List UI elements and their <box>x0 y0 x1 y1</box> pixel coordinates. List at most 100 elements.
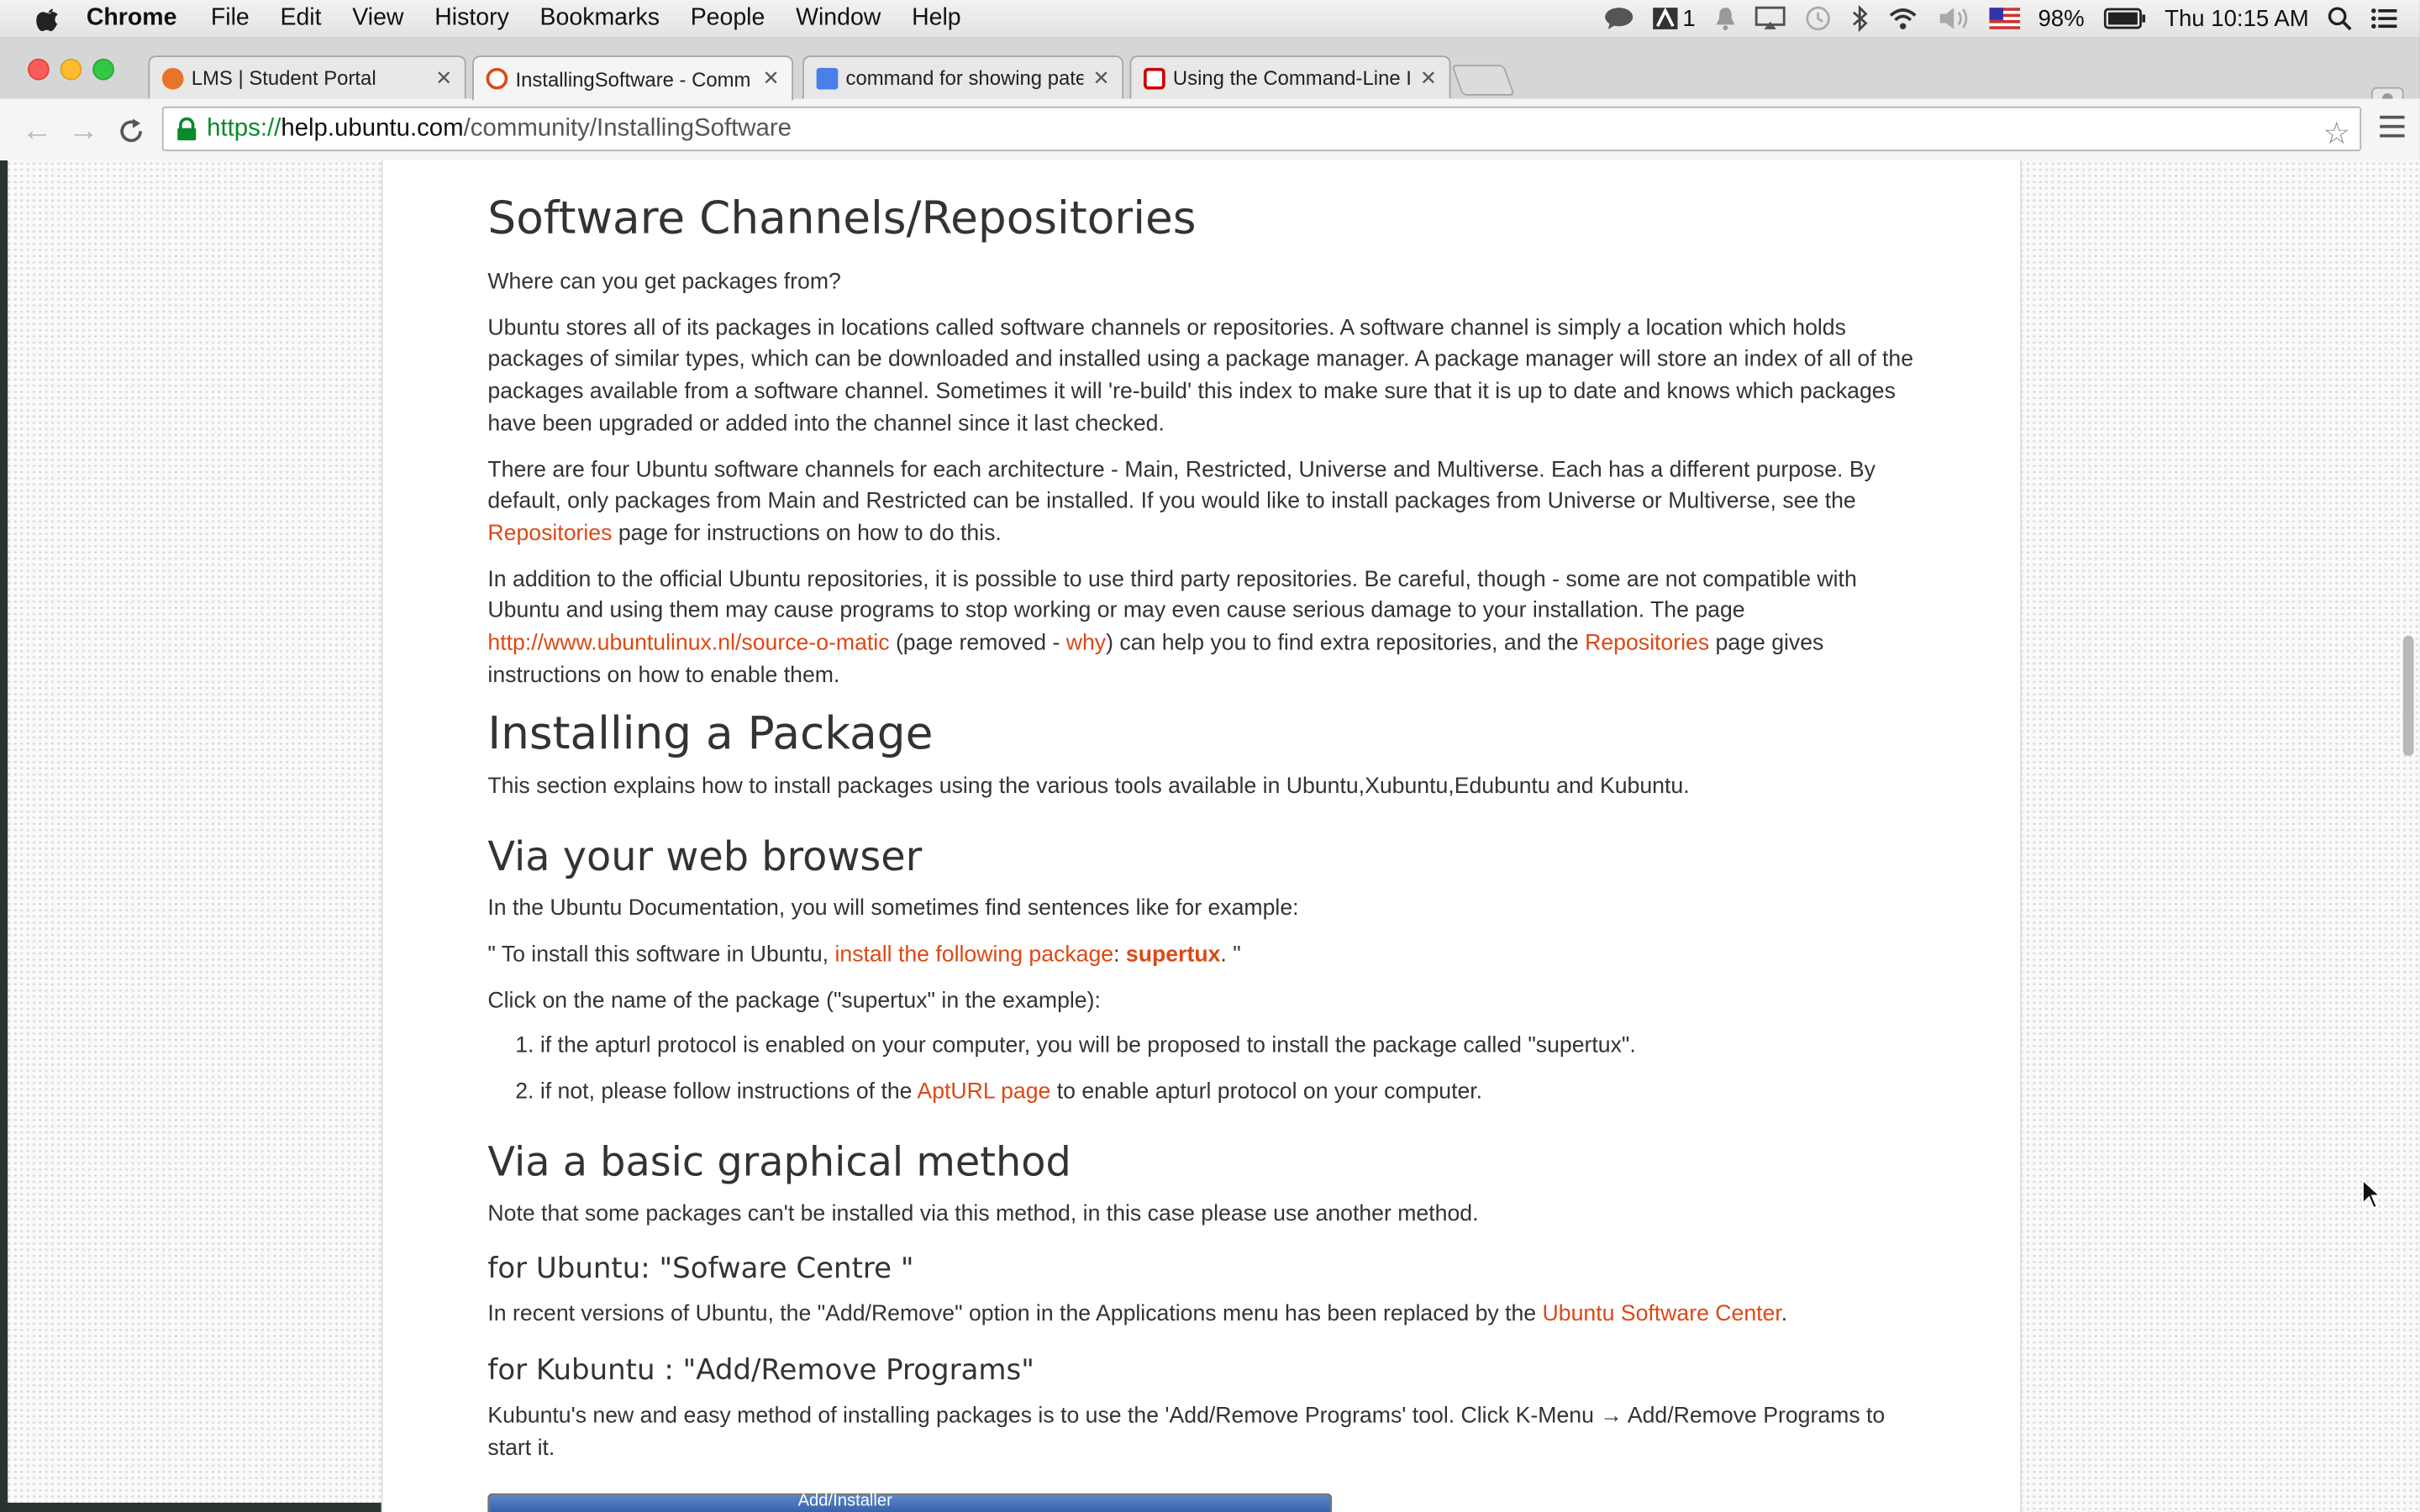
notification-center-icon[interactable] <box>2370 8 2398 29</box>
ubuntu-favicon-icon <box>486 67 508 90</box>
clock[interactable]: Thu 10:15 AM <box>2165 5 2309 31</box>
bluetooth-icon[interactable] <box>1849 4 1868 33</box>
paragraph-documentation: In the Ubuntu Documentation, you will so… <box>487 896 1299 921</box>
new-tab-button[interactable] <box>1451 65 1515 96</box>
paragraph-note: Note that some packages can't be install… <box>487 1201 1479 1226</box>
menu-view[interactable]: View <box>352 5 403 33</box>
article-container: Software Channels/Repositories Where can… <box>381 160 2023 1512</box>
why-link[interactable]: why <box>1066 631 1106 655</box>
heading-kubuntu-add-remove: for Kubuntu : "Add/Remove Programs" <box>487 1354 1034 1388</box>
list-item: if not, please follow instructions of th… <box>540 1077 1923 1109</box>
bookmark-star-icon[interactable]: ☆ <box>2323 114 2350 153</box>
source-o-matic-link[interactable]: http://www.ubuntulinux.nl/source-o-matic <box>487 631 889 655</box>
install-package-link[interactable]: install the following package <box>834 942 1113 967</box>
forward-arrow-icon[interactable]: → <box>68 114 99 150</box>
apple-icon[interactable] <box>34 5 61 33</box>
paragraph-stores: Ubuntu stores all of its packages in loc… <box>487 315 1914 437</box>
maximize-window-button[interactable] <box>92 58 114 81</box>
text: There are four Ubuntu software channels … <box>487 457 1876 515</box>
reload-icon[interactable] <box>118 118 145 145</box>
tab-title: command for showing pate <box>845 66 1084 90</box>
paragraph-kubuntu: Kubuntu's new and easy method of install… <box>487 1404 1886 1461</box>
repositories-link[interactable]: Repositories <box>487 522 612 546</box>
tab-command-showing-path[interactable]: command for showing pate ✕ <box>802 55 1124 99</box>
battery-icon[interactable] <box>2103 8 2146 29</box>
url-host: help.ubuntu.com <box>281 114 464 142</box>
paragraph-recent-versions: In recent versions of Ubuntu, the "Add/R… <box>487 1299 1923 1331</box>
menu-edit[interactable]: Edit <box>280 5 321 33</box>
tab-title: InstallingSoftware - Comm <box>515 66 751 91</box>
notification-count: 1 <box>1682 5 1696 32</box>
us-flag-icon[interactable] <box>1988 8 2020 29</box>
close-tab-icon[interactable]: ✕ <box>763 66 780 91</box>
menu-window[interactable]: Window <box>796 5 881 33</box>
menu-history[interactable]: History <box>434 5 509 33</box>
menu-bookmarks[interactable]: Bookmarks <box>540 5 660 33</box>
apturl-page-link[interactable]: AptURL page <box>917 1080 1050 1105</box>
menu-people[interactable]: People <box>691 5 765 33</box>
heading-software-channels: Software Channels/Repositories <box>487 191 1197 244</box>
menu-file[interactable]: File <box>211 5 250 33</box>
text: ) can help you to find extra repositorie… <box>1106 631 1586 656</box>
text: " To install this software in Ubuntu, <box>487 942 835 968</box>
page-scrollbar-thumb[interactable] <box>2402 635 2414 756</box>
close-tab-icon[interactable]: ✕ <box>1420 66 1437 90</box>
google-favicon-icon <box>816 66 839 89</box>
battery-percent: 98% <box>2038 5 2085 32</box>
background-window-edge <box>0 1502 381 1512</box>
repositories-link[interactable]: Repositories <box>1585 631 1709 655</box>
lock-icon[interactable] <box>176 117 197 142</box>
minimize-window-button[interactable] <box>60 58 82 81</box>
text: In recent versions of Ubuntu, the "Add/R… <box>487 1302 1543 1328</box>
url-path: /community/InstallingSoftware <box>463 114 792 142</box>
address-bar[interactable]: https://help.ubuntu.com/community/Instal… <box>161 106 2362 153</box>
article-body: Software Channels/Repositories Where can… <box>487 188 1923 1465</box>
tab-title: LMS | Student Portal <box>191 66 376 90</box>
apturl-steps-list: if the apturl protocol is enabled on you… <box>487 1031 1923 1109</box>
adobe-status[interactable]: 1 <box>1653 5 1696 32</box>
airplay-icon[interactable] <box>1754 6 1786 30</box>
heading-ubuntu-software-centre: for Ubuntu: "Sofware Centre " <box>487 1253 914 1286</box>
paragraph-four-channels: There are four Ubuntu software channels … <box>487 454 1923 550</box>
heading-graphical-method: Via a basic graphical method <box>487 1139 1071 1186</box>
browser-toolbar: ← → https://help.ubuntu.com/community/In… <box>0 98 2420 162</box>
tab-installing-software[interactable]: InstallingSoftware - Comm ✕ <box>472 55 794 101</box>
paragraph-quote: " To install this software in Ubuntu, in… <box>487 939 1923 971</box>
paragraph-where: Where can you get packages from? <box>487 270 841 295</box>
background-window-edge <box>0 160 8 1512</box>
menu-app-name[interactable]: Chrome <box>87 5 177 33</box>
paragraph-section: This section explains how to install pac… <box>487 774 1690 801</box>
heading-via-web-browser: Via your web browser <box>487 834 923 882</box>
text: if not, please follow instructions of th… <box>539 1079 918 1105</box>
text: (page removed - <box>889 631 1066 656</box>
time-machine-icon[interactable] <box>1803 5 1831 33</box>
back-arrow-icon[interactable]: ← <box>22 114 53 150</box>
url-scheme: https:// <box>207 114 281 142</box>
text: In addition to the official Ubuntu repos… <box>487 567 1857 624</box>
spotlight-search-icon[interactable] <box>2328 6 2352 31</box>
messages-icon[interactable] <box>1604 6 1635 30</box>
heading-installing-package: Installing a Package <box>487 707 934 760</box>
close-tab-icon[interactable]: ✕ <box>435 66 452 90</box>
tab-title: Using the Command-Line I <box>1172 66 1411 90</box>
mouse-cursor-icon <box>2362 1179 2382 1210</box>
add-remove-screenshot-image: Add/Installer <box>487 1492 1333 1512</box>
tab-lms-student-portal[interactable]: LMS | Student Portal ✕ <box>148 55 466 99</box>
tab-using-command-line[interactable]: Using the Command-Line I ✕ <box>1129 55 1451 99</box>
menubar-status-area: 1 98% Thu 10:15 AM <box>1604 0 2420 37</box>
tab-strip: LMS | Student Portal ✕ InstallingSoftwar… <box>0 37 2420 120</box>
bell-icon[interactable] <box>1714 6 1736 30</box>
wifi-icon[interactable] <box>1886 6 1918 30</box>
text: to enable apturl protocol on your comput… <box>1050 1079 1483 1105</box>
menu-help[interactable]: Help <box>912 5 961 33</box>
close-tab-icon[interactable]: ✕ <box>1093 66 1110 90</box>
volume-icon[interactable] <box>1936 6 1970 30</box>
close-window-button[interactable] <box>28 58 50 81</box>
text: . <box>1781 1302 1788 1328</box>
supertux-package-link[interactable]: supertux <box>1126 942 1220 967</box>
page-viewport: Software Channels/Repositories Where can… <box>0 160 2420 1512</box>
ubuntu-software-center-link[interactable]: Ubuntu Software Center <box>1543 1303 1781 1327</box>
list-item: if the apturl protocol is enabled on you… <box>540 1031 1923 1063</box>
text: page for instructions on how to do this. <box>612 521 1002 547</box>
chrome-menu-icon[interactable] <box>2380 115 2405 144</box>
